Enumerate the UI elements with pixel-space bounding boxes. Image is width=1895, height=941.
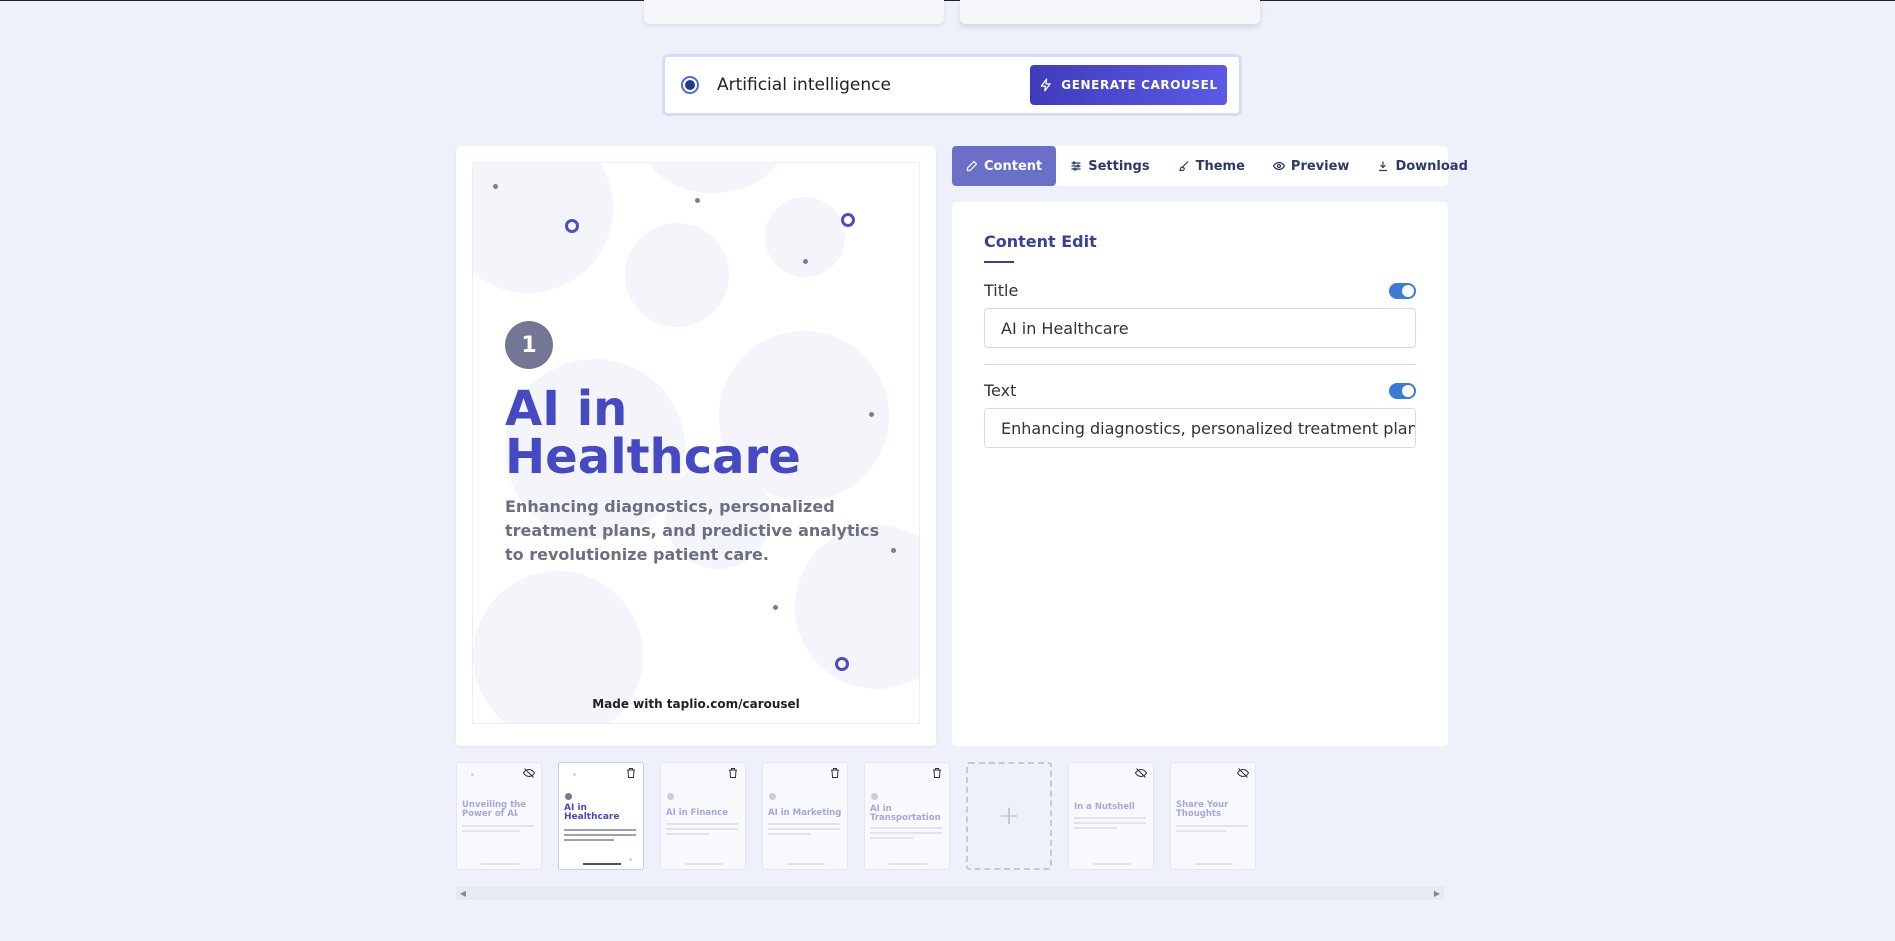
- field-divider: [984, 364, 1416, 365]
- heading-underline: [984, 261, 1014, 263]
- thumbnail-number: [667, 793, 674, 800]
- tab-theme[interactable]: Theme: [1164, 146, 1259, 186]
- thumbnail-slide[interactable]: AI in Finance: [660, 762, 746, 870]
- deco-dot: [773, 605, 778, 610]
- slide-thumbnails: Unveiling the Power of AI AI in Healthca…: [456, 762, 1256, 870]
- bg-bubble: [643, 163, 783, 193]
- tab-label: Preview: [1290, 158, 1350, 174]
- content-edit-panel: Content Edit Title AI in Healthcare Text…: [952, 202, 1448, 746]
- trash-icon[interactable]: [931, 767, 943, 779]
- title-toggle[interactable]: [1389, 282, 1416, 299]
- eye-off-icon[interactable]: [1237, 767, 1249, 779]
- thumbnail-scrollbar[interactable]: ◀ ▶: [456, 886, 1444, 900]
- slide-title: AI in Healthcare: [505, 381, 801, 485]
- editor-tabs: Content Settings Theme Preview Download: [952, 146, 1468, 186]
- thumbnail-slide[interactable]: Share Your Thoughts: [1170, 762, 1256, 870]
- pencil-icon: [966, 160, 978, 172]
- deco-dot: [803, 259, 808, 264]
- tab-label: Content: [984, 158, 1043, 174]
- deco-dot: [891, 548, 896, 553]
- thumbnail-title: In a Nutshell: [1074, 802, 1135, 812]
- eye-off-icon[interactable]: [523, 767, 535, 779]
- top-card-left: [644, 0, 944, 24]
- plus-icon: +: [998, 801, 1020, 831]
- tab-preview[interactable]: Preview: [1259, 146, 1364, 186]
- scroll-left-icon[interactable]: ◀: [456, 886, 470, 900]
- trash-icon[interactable]: [727, 767, 739, 779]
- tab-label: Theme: [1195, 158, 1245, 174]
- bg-bubble: [625, 223, 729, 327]
- thumbnail-title: Unveiling the Power of AI: [462, 800, 526, 819]
- bg-bubble: [765, 197, 845, 277]
- deco-dot: [493, 184, 498, 189]
- scroll-right-icon[interactable]: ▶: [1430, 886, 1444, 900]
- tab-content[interactable]: Content: [952, 146, 1057, 186]
- thumbnail-number: [565, 793, 572, 800]
- thumbnail-title: AI in Finance: [666, 808, 728, 818]
- thumbnail-number: [871, 793, 878, 800]
- lightning-icon: [1040, 78, 1052, 92]
- deco-ring: [841, 213, 855, 227]
- tab-label: Download: [1395, 158, 1468, 174]
- sliders-icon: [1071, 161, 1081, 171]
- bg-bubble: [473, 163, 613, 293]
- topic-input[interactable]: Artificial intelligence: [717, 75, 1030, 95]
- deco-dot: [695, 198, 700, 203]
- thumbnail-slide[interactable]: Unveiling the Power of AI: [456, 762, 542, 870]
- title-input[interactable]: AI in Healthcare: [984, 308, 1416, 348]
- deco-ring: [835, 657, 849, 671]
- tab-download[interactable]: Download: [1363, 146, 1481, 186]
- tab-settings[interactable]: Settings: [1056, 146, 1163, 186]
- slide-footer: Made with taplio.com/carousel: [592, 697, 800, 711]
- thumbnail-slide[interactable]: In a Nutshell: [1068, 762, 1154, 870]
- thumbnail-slide[interactable]: AI in Transportation: [864, 762, 950, 870]
- title-label: Title: [984, 281, 1019, 300]
- thumbnail-title: AI in Marketing: [768, 808, 842, 818]
- thumbnail-number: [769, 793, 776, 800]
- panel-heading: Content Edit: [984, 232, 1097, 251]
- download-icon: [1379, 161, 1388, 172]
- eye-icon: [1272, 161, 1285, 171]
- deco-ring: [565, 219, 579, 233]
- top-card-right: [960, 0, 1260, 24]
- eye-off-icon[interactable]: [1135, 767, 1147, 779]
- thumbnail-slide-selected[interactable]: AI in Healthcare: [558, 762, 644, 870]
- generate-bar: Artificial intelligence GENERATE CAROUSE…: [662, 54, 1242, 116]
- add-slide-button[interactable]: +: [966, 762, 1052, 870]
- generate-button-label: GENERATE CAROUSEL: [1061, 78, 1218, 92]
- trash-icon[interactable]: [625, 767, 637, 779]
- thumbnail-title: AI in Healthcare: [564, 803, 620, 822]
- top-border: [0, 0, 1895, 1]
- slide-number-badge: 1: [505, 321, 553, 369]
- slide-canvas: 1 AI in Healthcare Enhancing diagnostics…: [472, 162, 920, 724]
- thumbnail-title: Share Your Thoughts: [1176, 800, 1229, 819]
- tab-label: Settings: [1088, 158, 1150, 174]
- text-input[interactable]: Enhancing diagnostics, personalized trea…: [984, 408, 1416, 448]
- text-label: Text: [984, 381, 1017, 400]
- slide-preview-panel: 1 AI in Healthcare Enhancing diagnostics…: [456, 146, 936, 746]
- thumbnail-slide[interactable]: AI in Marketing: [762, 762, 848, 870]
- slide-text: Enhancing diagnostics, personalized trea…: [505, 497, 880, 564]
- trash-icon[interactable]: [829, 767, 841, 779]
- brush-icon: [1178, 161, 1189, 172]
- generate-carousel-button[interactable]: GENERATE CAROUSEL: [1030, 65, 1227, 105]
- text-toggle[interactable]: [1389, 382, 1416, 399]
- thumbnail-title: AI in Transportation: [870, 804, 941, 823]
- topic-radio[interactable]: [681, 76, 699, 94]
